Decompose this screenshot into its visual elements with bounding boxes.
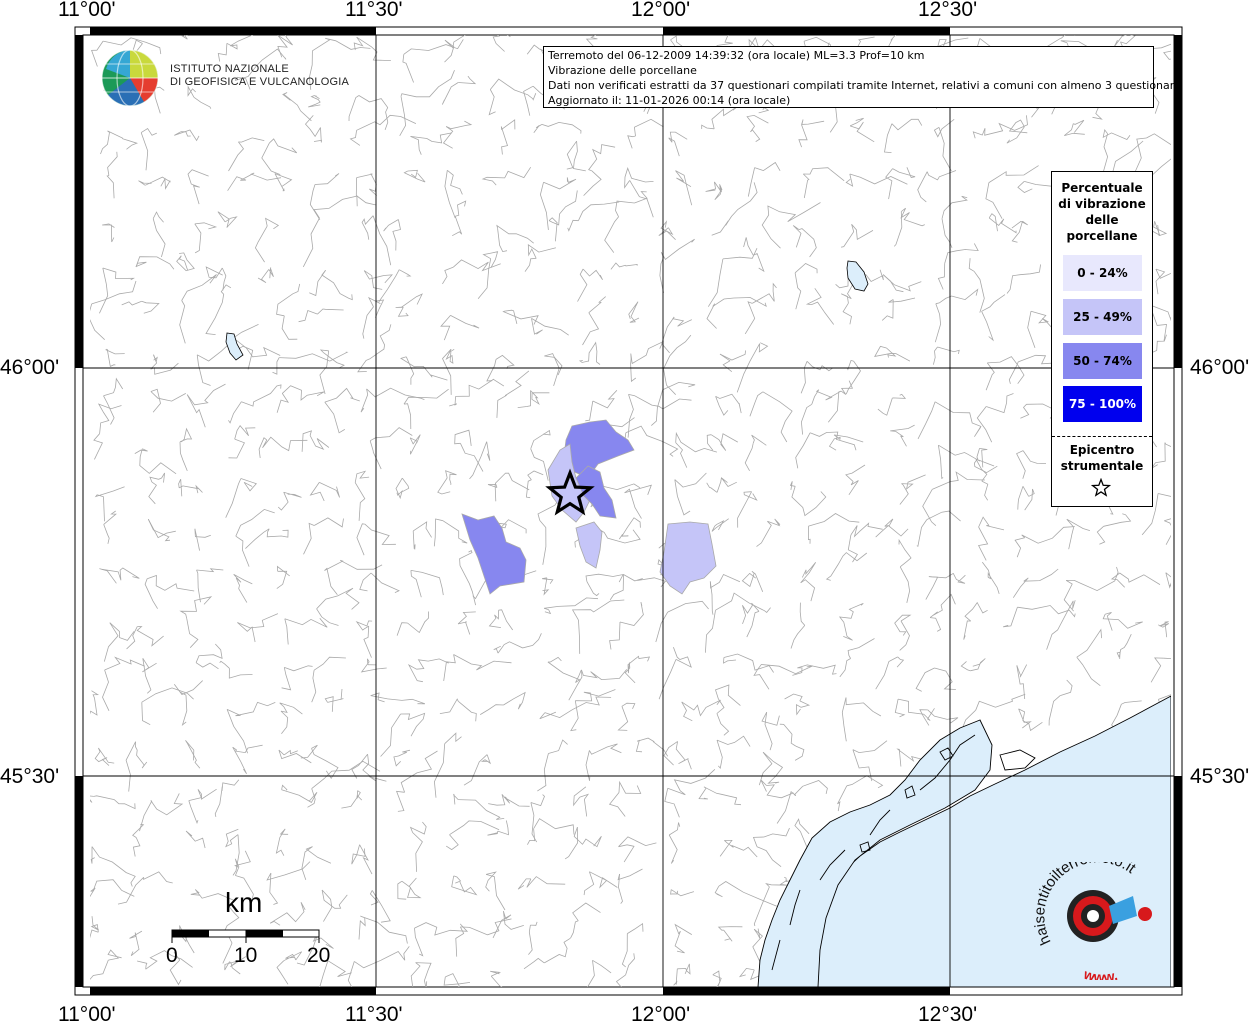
loudspeaker-icon [1067,890,1152,942]
lon-label-bottom-2: 11°30' [345,1003,403,1026]
star-icon [1091,478,1111,497]
lon-label-bottom-4: 12°30' [918,1003,978,1026]
haisentito-logo: haisentitoilterremoto.it www. [1033,862,1152,980]
lon-label-top-2: 11°30' [345,0,403,21]
lon-label-top-1: 11°00' [58,0,116,21]
event-info-line2: Vibrazione delle porcellane [548,64,697,77]
scale-unit-label: km [225,887,263,918]
ingv-globe-icon [101,49,159,107]
lon-label-bottom-1: 11°00' [58,1003,116,1026]
scale-tick-20: 20 [307,944,331,967]
legend-class-50-74: 50 - 74% [1063,343,1142,379]
lat-label-right-1: 46°00' [1190,356,1250,379]
legend-separator [1052,436,1152,437]
event-info-line3: Dati non verificati estratti da 37 quest… [548,79,1181,92]
lon-label-top-3: 12°00' [631,0,691,21]
legend-epicenter-line: strumentale [1060,459,1144,473]
scale-tick-10: 10 [234,944,258,967]
ingv-logo-line1: ISTITUTO NAZIONALE [170,63,289,75]
legend-class-25-49: 25 - 49% [1063,299,1142,335]
legend-class-0-24: 0 - 24% [1063,255,1142,291]
haisentito-logo-url: www. [1081,966,1119,980]
legend-class-75-100: 75 - 100% [1063,386,1142,422]
ingv-logo-text: ISTITUTO NAZIONALE DI GEOFISICA E VULCAN… [170,63,349,89]
legend-epicenter-label: Epicentro strumentale [1052,442,1152,474]
event-info-line4: Aggiornato il: 11-01-2026 00:14 (ora loc… [548,94,791,107]
scale-tick-0: 0 [166,944,178,967]
legend-title-line: di vibrazione [1058,197,1146,211]
event-info-box: Terremoto del 06-12-2009 14:39:32 (ora l… [543,46,1181,108]
legend: Percentuale di vibrazione delle porcella… [1051,171,1153,507]
lat-label-right-2: 45°30' [1190,765,1250,788]
legend-title-line: delle [1085,213,1119,227]
legend-epicenter-line: Epicentro [1069,443,1135,457]
lon-label-bottom-3: 12°00' [631,1003,691,1026]
lat-label-left-2: 45°30' [0,765,60,788]
ingv-logo-line2: DI GEOFISICA E VULCANOLOGIA [170,76,349,88]
event-info-line1: Terremoto del 06-12-2009 14:39:32 (ora l… [548,49,925,62]
lon-label-top-4: 12°30' [918,0,978,21]
lat-label-left-1: 46°00' [0,356,60,379]
legend-title-line: porcellane [1066,229,1138,243]
legend-title-line: Percentuale [1061,181,1143,195]
legend-title: Percentuale di vibrazione delle porcella… [1052,180,1152,244]
